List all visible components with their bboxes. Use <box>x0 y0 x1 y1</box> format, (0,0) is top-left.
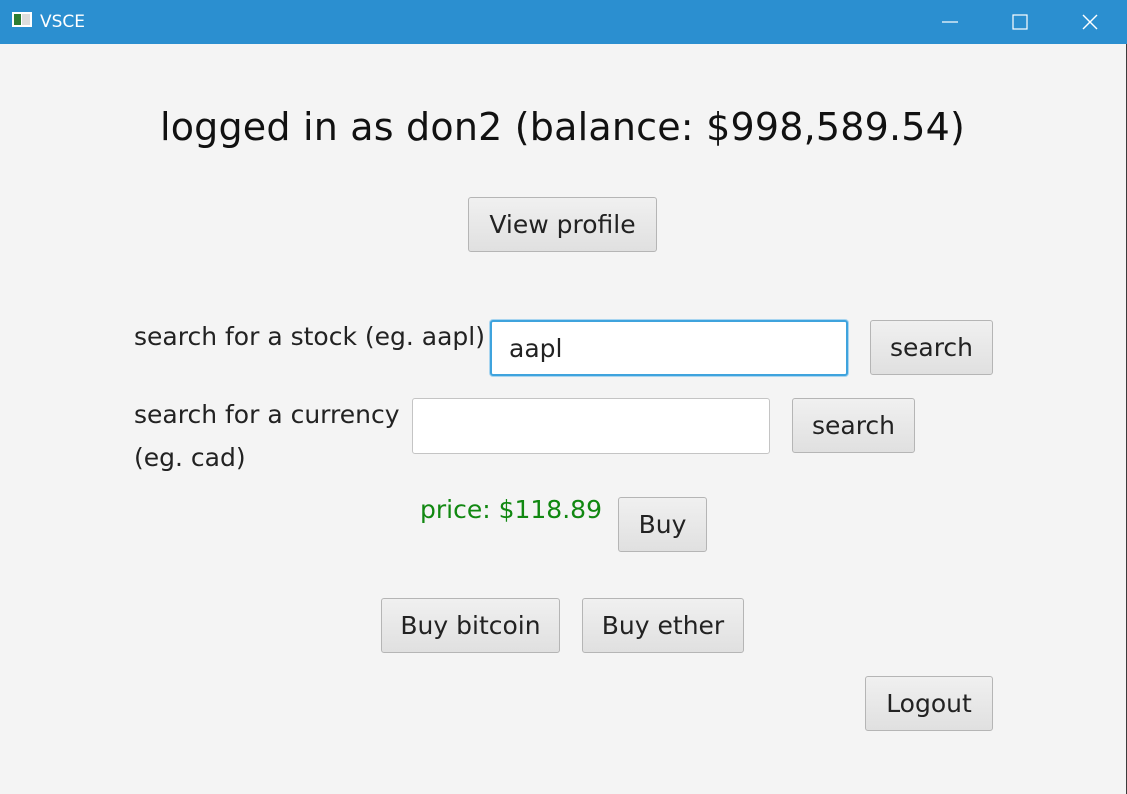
price-text: price: $118.89 <box>420 495 602 524</box>
login-status-heading: logged in as don2 (balance: $998,589.54) <box>159 105 966 149</box>
currency-search-button[interactable]: search <box>792 398 915 453</box>
maximize-button[interactable] <box>985 0 1055 44</box>
view-profile-button[interactable]: View profile <box>468 197 657 252</box>
minimize-button[interactable] <box>915 0 985 44</box>
buy-ether-button[interactable]: Buy ether <box>582 598 744 653</box>
close-icon <box>1082 14 1098 30</box>
app-icon <box>12 12 32 27</box>
window-title: VSCE <box>40 12 86 32</box>
maximize-icon <box>1012 14 1028 30</box>
app-window: VSCE logged in as don2 (balance: $998,58… <box>0 0 1127 794</box>
stock-search-input[interactable] <box>490 320 848 376</box>
buy-bitcoin-button[interactable]: Buy bitcoin <box>381 598 560 653</box>
currency-search-input[interactable] <box>412 398 770 454</box>
stock-search-button[interactable]: search <box>870 320 993 375</box>
minimize-icon <box>942 21 958 23</box>
currency-search-label-line2: (eg. cad) <box>134 443 246 472</box>
logout-button[interactable]: Logout <box>865 676 993 731</box>
buy-button[interactable]: Buy <box>618 497 707 552</box>
title-bar[interactable]: VSCE <box>0 0 1127 44</box>
close-button[interactable] <box>1055 0 1125 44</box>
stock-search-label: search for a stock (eg. aapl) <box>134 322 485 351</box>
currency-search-label-line1: search for a currency <box>134 400 400 429</box>
